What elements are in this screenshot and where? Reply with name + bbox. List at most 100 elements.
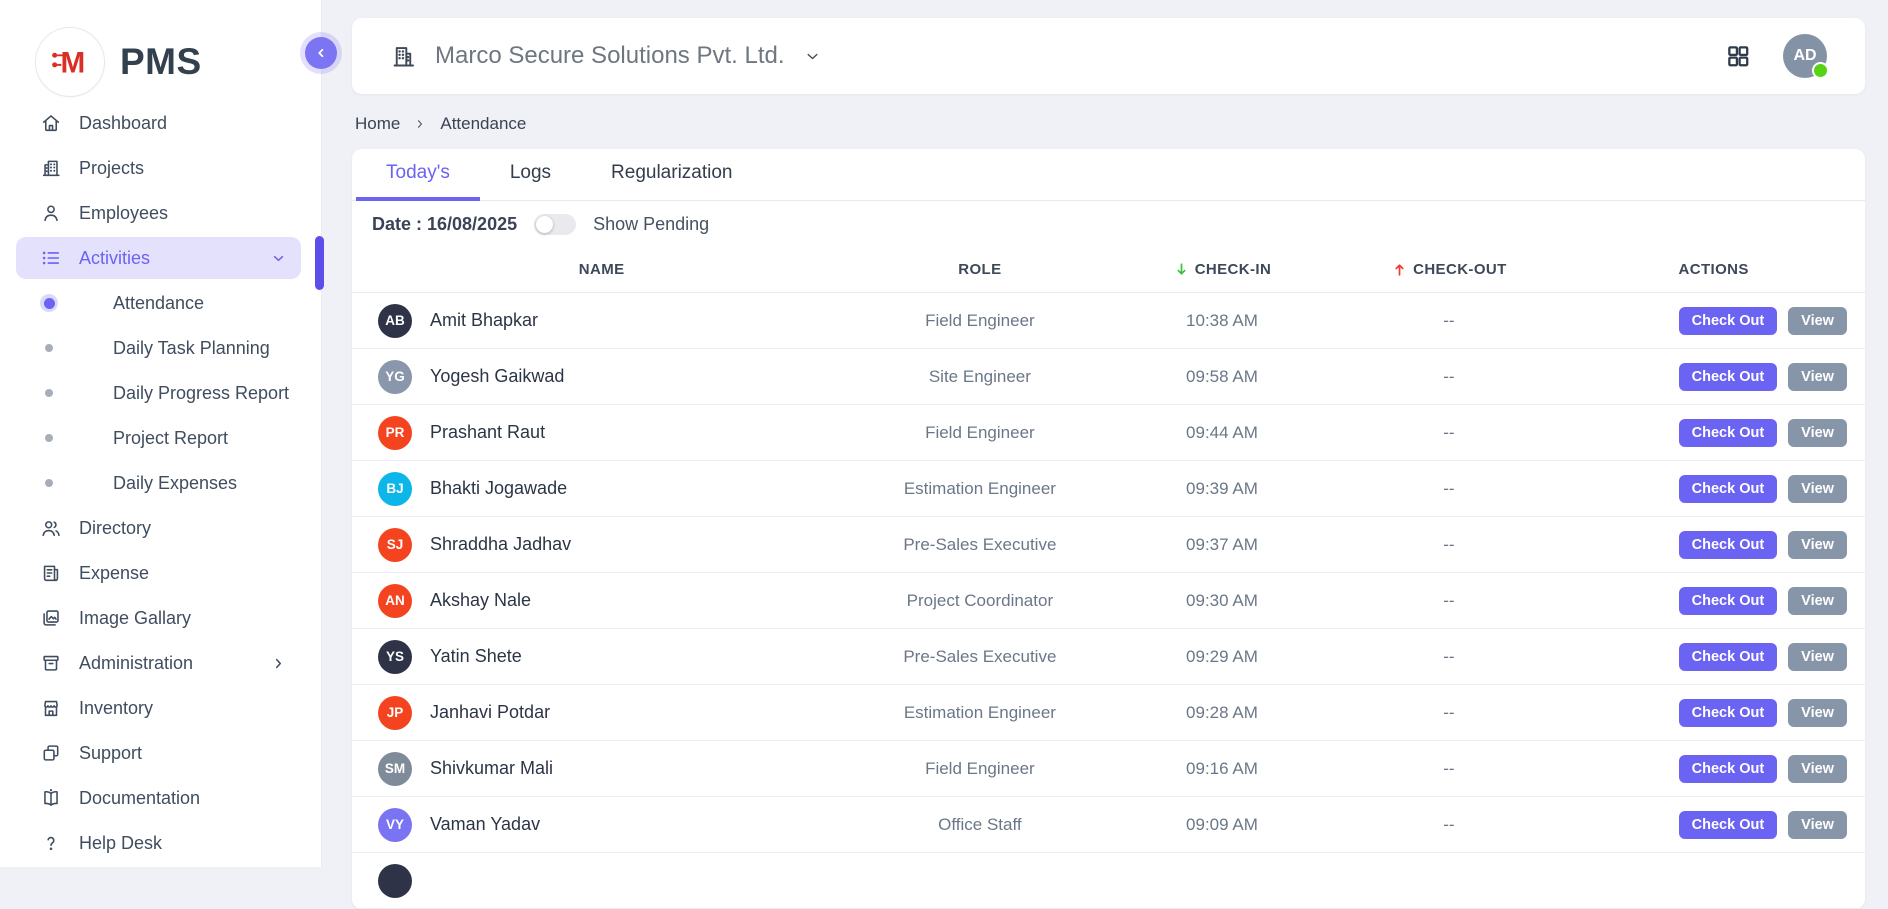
svg-text:M: M <box>61 46 86 79</box>
breadcrumb-current: Attendance <box>440 114 526 134</box>
sidebar-subitem-label: Attendance <box>113 293 204 314</box>
check-out-button[interactable]: Check Out <box>1679 587 1778 615</box>
check-in-cell: 09:28 AM <box>1108 703 1335 723</box>
toggle-knob <box>536 216 553 233</box>
store-icon <box>40 697 62 719</box>
sidebar-item-label: Help Desk <box>79 833 162 854</box>
sidebar-subitem-attendance[interactable]: Attendance <box>0 282 321 324</box>
employee-name: Yatin Shete <box>430 646 522 667</box>
table-row: VYVaman YadavOffice Staff09:09 AM--Check… <box>352 797 1865 853</box>
check-in-cell: 09:09 AM <box>1108 815 1335 835</box>
sidebar-item-employees[interactable]: Employees <box>16 192 301 234</box>
sidebar-subitem-daily-progress-report[interactable]: Daily Progress Report <box>0 372 321 414</box>
filter-row: Date : 16/08/2025 Show Pending <box>352 201 1865 247</box>
view-button[interactable]: View <box>1788 531 1847 559</box>
sidebar-item-projects[interactable]: Projects <box>16 147 301 189</box>
employee-avatar: SJ <box>378 528 412 562</box>
view-button[interactable]: View <box>1788 475 1847 503</box>
sidebar-item-expense[interactable]: Expense <box>16 552 301 594</box>
view-button[interactable]: View <box>1788 307 1847 335</box>
view-button[interactable]: View <box>1788 643 1847 671</box>
sidebar-collapse-button[interactable] <box>305 37 337 69</box>
employee-avatar: AB <box>378 304 412 338</box>
role-cell: Field Engineer <box>851 759 1108 779</box>
check-out-button[interactable]: Check Out <box>1679 419 1778 447</box>
check-out-cell: -- <box>1335 423 1562 443</box>
person-icon <box>40 202 62 224</box>
check-out-button[interactable]: Check Out <box>1679 307 1778 335</box>
question-icon <box>40 832 62 854</box>
table-header: NAME ROLE CHECK-IN CHECK-OUT ACTIONS <box>352 247 1865 293</box>
attendance-tabs: Today's Logs Regularization <box>352 149 1865 201</box>
employee-name: Janhavi Potdar <box>430 702 550 723</box>
view-button[interactable]: View <box>1788 587 1847 615</box>
check-out-button[interactable]: Check Out <box>1679 811 1778 839</box>
view-button[interactable]: View <box>1788 811 1847 839</box>
tab-regularization[interactable]: Regularization <box>581 149 762 201</box>
actions-cell: Check Out View <box>1562 699 1865 727</box>
actions-cell: Check Out View <box>1562 587 1865 615</box>
check-out-button[interactable]: Check Out <box>1679 475 1778 503</box>
sidebar-item-directory[interactable]: Directory <box>16 507 301 549</box>
tab-logs[interactable]: Logs <box>480 149 581 201</box>
brand-logo-icon: M <box>35 27 105 97</box>
sidebar-item-label: Inventory <box>79 698 153 719</box>
user-menu[interactable]: AD <box>1783 34 1827 78</box>
name-cell: JPJanhavi Potdar <box>352 696 851 730</box>
main-area: Marco Secure Solutions Pvt. Ltd. AD Home… <box>322 0 1888 867</box>
role-cell: Pre-Sales Executive <box>851 647 1108 667</box>
actions-cell: Check Out View <box>1562 755 1865 783</box>
check-in-cell: 09:16 AM <box>1108 759 1335 779</box>
view-button[interactable]: View <box>1788 699 1847 727</box>
sidebar-subitem-label: Daily Task Planning <box>113 338 270 359</box>
sidebar-item-administration[interactable]: Administration <box>16 642 301 684</box>
sidebar-item-documentation[interactable]: Documentation <box>16 777 301 819</box>
sidebar-item-activities[interactable]: Activities <box>16 237 301 279</box>
role-cell: Project Coordinator <box>851 591 1108 611</box>
employee-avatar: YG <box>378 360 412 394</box>
sidebar-subitem-daily-task-planning[interactable]: Daily Task Planning <box>0 327 321 369</box>
view-button[interactable]: View <box>1788 363 1847 391</box>
attendance-table-body: ABAmit BhapkarField Engineer10:38 AM--Ch… <box>352 293 1865 909</box>
breadcrumb-home[interactable]: Home <box>355 114 400 134</box>
list-icon <box>40 247 62 269</box>
sort-desc-icon <box>1173 261 1190 278</box>
book-icon <box>40 787 62 809</box>
sidebar-subitem-label: Daily Progress Report <box>113 383 289 404</box>
show-pending-label: Show Pending <box>593 214 709 235</box>
sidebar-item-image-gallary[interactable]: Image Gallary <box>16 597 301 639</box>
col-check-out[interactable]: CHECK-OUT <box>1335 261 1562 278</box>
col-check-in[interactable]: CHECK-IN <box>1108 261 1335 278</box>
sidebar-item-inventory[interactable]: Inventory <box>16 687 301 729</box>
sidebar-item-support[interactable]: Support <box>16 732 301 774</box>
role-cell: Estimation Engineer <box>851 479 1108 499</box>
check-out-button[interactable]: Check Out <box>1679 643 1778 671</box>
apps-grid-icon[interactable] <box>1725 43 1751 69</box>
tab-todays[interactable]: Today's <box>356 149 480 201</box>
view-button[interactable]: View <box>1788 419 1847 447</box>
employee-avatar: BJ <box>378 472 412 506</box>
sidebar-subitem-daily-expenses[interactable]: Daily Expenses <box>0 462 321 504</box>
view-button[interactable]: View <box>1788 755 1847 783</box>
show-pending-toggle[interactable] <box>534 214 576 235</box>
attendance-panel: Today's Logs Regularization Date : 16/08… <box>352 149 1865 909</box>
check-out-cell: -- <box>1335 815 1562 835</box>
app-title: PMS <box>120 41 202 83</box>
chevron-down-icon <box>270 250 287 267</box>
check-out-cell: -- <box>1335 703 1562 723</box>
bullet-icon <box>40 474 58 492</box>
sidebar-item-help-desk[interactable]: Help Desk <box>16 822 301 864</box>
check-out-button[interactable]: Check Out <box>1679 699 1778 727</box>
sidebar-item-dashboard[interactable]: Dashboard <box>16 102 301 144</box>
check-out-button[interactable]: Check Out <box>1679 363 1778 391</box>
check-out-button[interactable]: Check Out <box>1679 531 1778 559</box>
check-out-button[interactable]: Check Out <box>1679 755 1778 783</box>
sidebar-item-label: Dashboard <box>79 113 167 134</box>
sidebar-item-label: Activities <box>79 248 150 269</box>
company-selector[interactable]: Marco Secure Solutions Pvt. Ltd. <box>390 42 822 70</box>
check-out-cell: -- <box>1335 479 1562 499</box>
sidebar-subitem-project-report[interactable]: Project Report <box>0 417 321 459</box>
role-cell: Site Engineer <box>851 367 1108 387</box>
table-row: YGYogesh GaikwadSite Engineer09:58 AM--C… <box>352 349 1865 405</box>
receipt-icon <box>40 562 62 584</box>
